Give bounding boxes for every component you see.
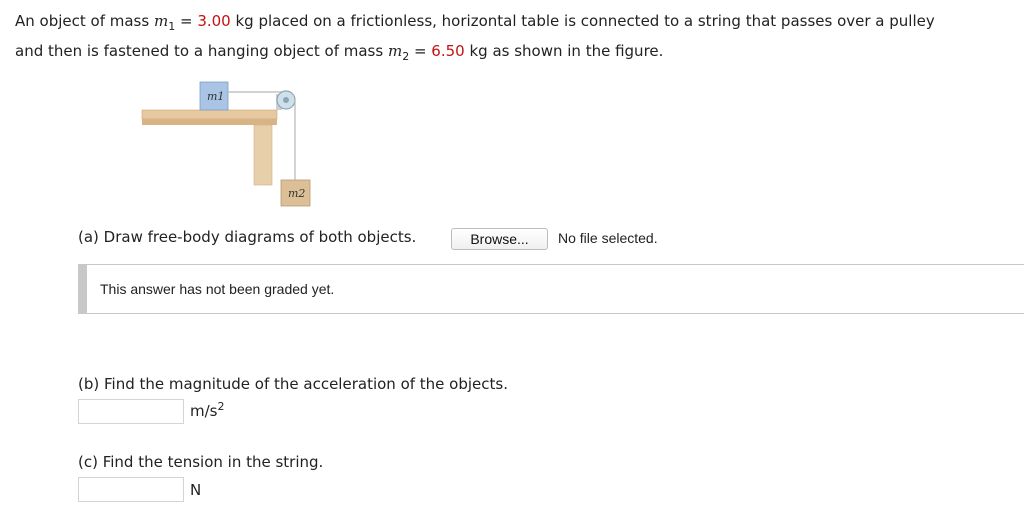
graded-status-text: This answer has not been graded yet.	[100, 281, 335, 297]
m1-symbol: m	[153, 12, 169, 30]
problem-line-2: and then is fastened to a hanging object…	[15, 39, 1015, 69]
question-c-text: (c) Find the tension in the string.	[78, 453, 324, 471]
problem-line-1: An object of mass m1 = 3.00 kg placed on…	[15, 9, 1015, 39]
browse-button[interactable]: Browse...	[451, 228, 548, 250]
tension-answer-input[interactable]	[78, 477, 184, 502]
problem-text: kg as shown in the figure.	[464, 42, 664, 60]
table-leg	[253, 124, 273, 186]
physics-figure: m1 m2	[140, 80, 320, 210]
problem-text: kg placed on a frictionless, horizontal …	[230, 12, 935, 30]
question-b-text: (b) Find the magnitude of the accelerati…	[78, 375, 508, 393]
table-edge	[142, 119, 277, 125]
block-m2-label: m2	[288, 187, 305, 200]
problem-text: and then is fastened to a hanging object…	[15, 42, 388, 60]
question-a-text: (a) Draw free-body diagrams of both obje…	[78, 228, 417, 246]
acceleration-answer-input[interactable]	[78, 399, 184, 424]
pulley-axle	[283, 97, 289, 103]
graded-status-box: This answer has not been graded yet.	[78, 264, 1024, 314]
table-top	[141, 109, 278, 120]
problem-text: An object of mass	[15, 12, 154, 30]
m2-symbol: m	[387, 42, 403, 60]
acceleration-unit-exponent: 2	[217, 400, 225, 413]
file-status: No file selected.	[558, 230, 658, 246]
tension-unit: N	[190, 481, 202, 499]
equals-sign: =	[175, 12, 198, 30]
block-m1-label: m1	[207, 90, 224, 103]
pulley-diagram: m1 m2	[141, 81, 311, 207]
acceleration-unit-base: m/s	[190, 402, 218, 420]
problem-statement: An object of mass m1 = 3.00 kg placed on…	[15, 9, 1015, 69]
equals-sign: =	[409, 42, 432, 60]
m2-value: 6.50	[431, 42, 465, 60]
acceleration-unit: m/s2	[190, 400, 224, 420]
m1-value: 3.00	[197, 12, 231, 30]
